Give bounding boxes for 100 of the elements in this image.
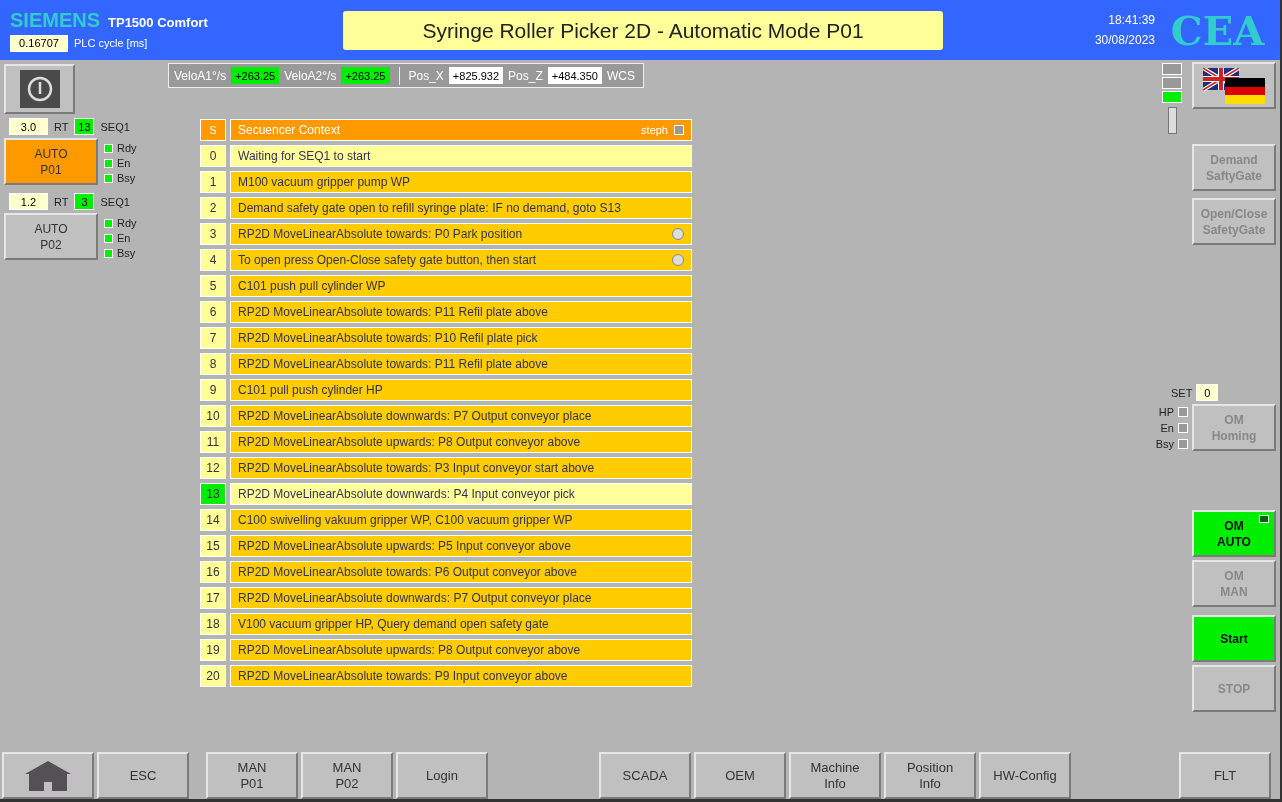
control-button[interactable]: Start xyxy=(1192,615,1276,662)
step-number: 9 xyxy=(200,379,226,401)
step-number: 18 xyxy=(200,613,226,635)
steph-checkbox[interactable] xyxy=(674,125,684,135)
step-description: RP2D MoveLinearAbsolute upwards: P5 Input conveyor above xyxy=(230,535,692,557)
sequence-label: SEQ1 xyxy=(100,195,130,208)
step-number: 4 xyxy=(200,249,226,271)
coordinate-system-label: WCS xyxy=(606,68,635,83)
set-label: SET xyxy=(1171,386,1193,399)
step-description: RP2D MoveLinearAbsolute upwards: P8 Output conveyor above xyxy=(230,639,692,661)
clock-time: 18:41:39 xyxy=(1108,13,1155,27)
step-description: V100 vacuum gripper HP, Query demand open safety gate xyxy=(230,613,692,635)
readout-value: +825.932 xyxy=(448,67,504,84)
runtime-label: RT xyxy=(54,195,69,208)
step-number: 7 xyxy=(200,327,226,349)
step-number: 5 xyxy=(200,275,226,297)
step-number: 10 xyxy=(200,405,226,427)
step-number: 16 xyxy=(200,561,226,583)
step-description: C100 swivelling vakuum gripper WP, C100 vacuum gripper WP xyxy=(230,509,692,531)
step-number: 17 xyxy=(200,587,226,609)
step-number: 0 xyxy=(200,145,226,167)
led-label: Rdy xyxy=(117,217,137,229)
step-number: 20 xyxy=(200,665,226,687)
readout-label: Pos_Z xyxy=(508,68,543,83)
power-button[interactable] xyxy=(4,64,75,114)
step-description: RP2D MoveLinearAbsolute towards: P6 Output conveyor above xyxy=(230,561,692,583)
led-label: En xyxy=(117,157,131,169)
step-number: 14 xyxy=(200,509,226,531)
step-description: RP2D MoveLinearAbsolute downwards: P4 Input conveyor pick xyxy=(230,483,692,505)
step-description: RP2D MoveLinearAbsolute downwards: P7 Output conveyor place xyxy=(230,587,692,609)
step-field: 3 xyxy=(74,193,95,210)
flags-icon xyxy=(1203,67,1265,104)
step-header: S xyxy=(200,119,226,141)
led-label: En xyxy=(117,232,131,244)
flag-label: HP xyxy=(1158,406,1174,418)
step-description: RP2D MoveLinearAbsolute towards: P11 Refil plate above xyxy=(230,353,692,375)
step-description: RP2D MoveLinearAbsolute towards: P10 Refil plate pick xyxy=(230,327,692,349)
company-logo: CEA xyxy=(1169,5,1266,56)
readout-label: Pos_X xyxy=(408,68,444,83)
plc-cycle-label: PLC cycle [ms] xyxy=(74,37,148,49)
runtime-field: 3.0 xyxy=(9,118,48,135)
step-description: RP2D MoveLinearAbsolute towards: P0 Park position xyxy=(230,223,692,245)
flag-label: Bsy xyxy=(1155,438,1174,450)
led-label: Bsy xyxy=(117,247,136,259)
house-icon xyxy=(24,759,72,792)
step-description: RP2D MoveLinearAbsolute towards: P11 Refil plate above xyxy=(230,301,692,323)
readout-label: VeloA2°/s xyxy=(284,68,337,83)
scroll-handle[interactable] xyxy=(1167,107,1177,134)
flag-label: En xyxy=(1160,422,1174,434)
step-number: 3 xyxy=(200,223,226,245)
step-number: 6 xyxy=(200,301,226,323)
plc-cycle-field: 0.16707 xyxy=(10,34,68,52)
step-description: RP2D MoveLinearAbsolute towards: P3 Input conveyor start above xyxy=(230,457,692,479)
screen-title: Syringe Roller Picker 2D - Automatic Mode P01 xyxy=(343,11,943,50)
nav-button[interactable]: ESC xyxy=(97,752,189,799)
language-button[interactable] xyxy=(1192,62,1276,109)
brand-logo: SIEMENS xyxy=(10,8,101,32)
step-number: 15 xyxy=(200,535,226,557)
step-description: Demand safety gate open to refill syringe plate: IF no demand, goto S13 xyxy=(230,197,692,219)
home-button[interactable] xyxy=(2,752,94,799)
nav-button[interactable]: MAN P02 xyxy=(301,752,393,799)
nav-button[interactable]: Login xyxy=(396,752,488,799)
led-label: Bsy xyxy=(117,172,136,184)
step-description: M100 vacuum gripper pump WP xyxy=(230,171,692,193)
step-number: 11 xyxy=(200,431,226,453)
step-description: RP2D MoveLinearAbsolute upwards: P8 Output conveyor above xyxy=(230,431,692,453)
steph-label: steph xyxy=(641,124,668,136)
header-title: Secuencer Context xyxy=(238,123,342,137)
nav-button[interactable]: Machine Info xyxy=(789,752,881,799)
step-description: RP2D MoveLinearAbsolute downwards: P7 Output conveyor place xyxy=(230,405,692,427)
nav-button[interactable]: SCADA xyxy=(599,752,691,799)
step-number: 1 xyxy=(200,171,226,193)
mode-button[interactable]: OM AUTO xyxy=(1192,510,1276,557)
readout-value: +263.25 xyxy=(231,67,280,84)
mode-led xyxy=(1259,515,1269,523)
nav-button[interactable]: HW-Config xyxy=(979,752,1071,799)
panel-model: TP1500 Comfort xyxy=(108,14,208,30)
step-number: 2 xyxy=(200,197,226,219)
step-number: 8 xyxy=(200,353,226,375)
sequence-label: SEQ1 xyxy=(100,120,130,133)
auto-program-button[interactable]: AUTO P01 xyxy=(4,138,98,185)
step-number: 13 xyxy=(200,483,226,505)
step-description: To open press Open-Close safety gate button, then start xyxy=(230,249,692,271)
led-label: Rdy xyxy=(117,142,137,154)
auto-program-button[interactable]: AUTO P02 xyxy=(4,213,98,260)
readout-value: +484.350 xyxy=(547,67,602,84)
step-description: C101 push pull cylinder WP xyxy=(230,275,692,297)
readout-label: VeloA1°/s xyxy=(174,68,227,83)
step-field: 13 xyxy=(74,118,95,135)
readout-value: +263.25 xyxy=(341,67,390,84)
step-description: C101 pull push cylinder HP xyxy=(230,379,692,401)
nav-button[interactable]: MAN P01 xyxy=(206,752,298,799)
step-description: RP2D MoveLinearAbsolute towards: P9 Input conveyor above xyxy=(230,665,692,687)
step-number: 19 xyxy=(200,639,226,661)
nav-button[interactable]: OEM xyxy=(694,752,786,799)
step-description: Waiting for SEQ1 to start xyxy=(230,145,692,167)
nav-button[interactable]: FLT xyxy=(1179,752,1271,799)
runtime-label: RT xyxy=(54,120,69,133)
nav-button[interactable]: Position Info xyxy=(884,752,976,799)
set-field: 0 xyxy=(1196,384,1219,401)
